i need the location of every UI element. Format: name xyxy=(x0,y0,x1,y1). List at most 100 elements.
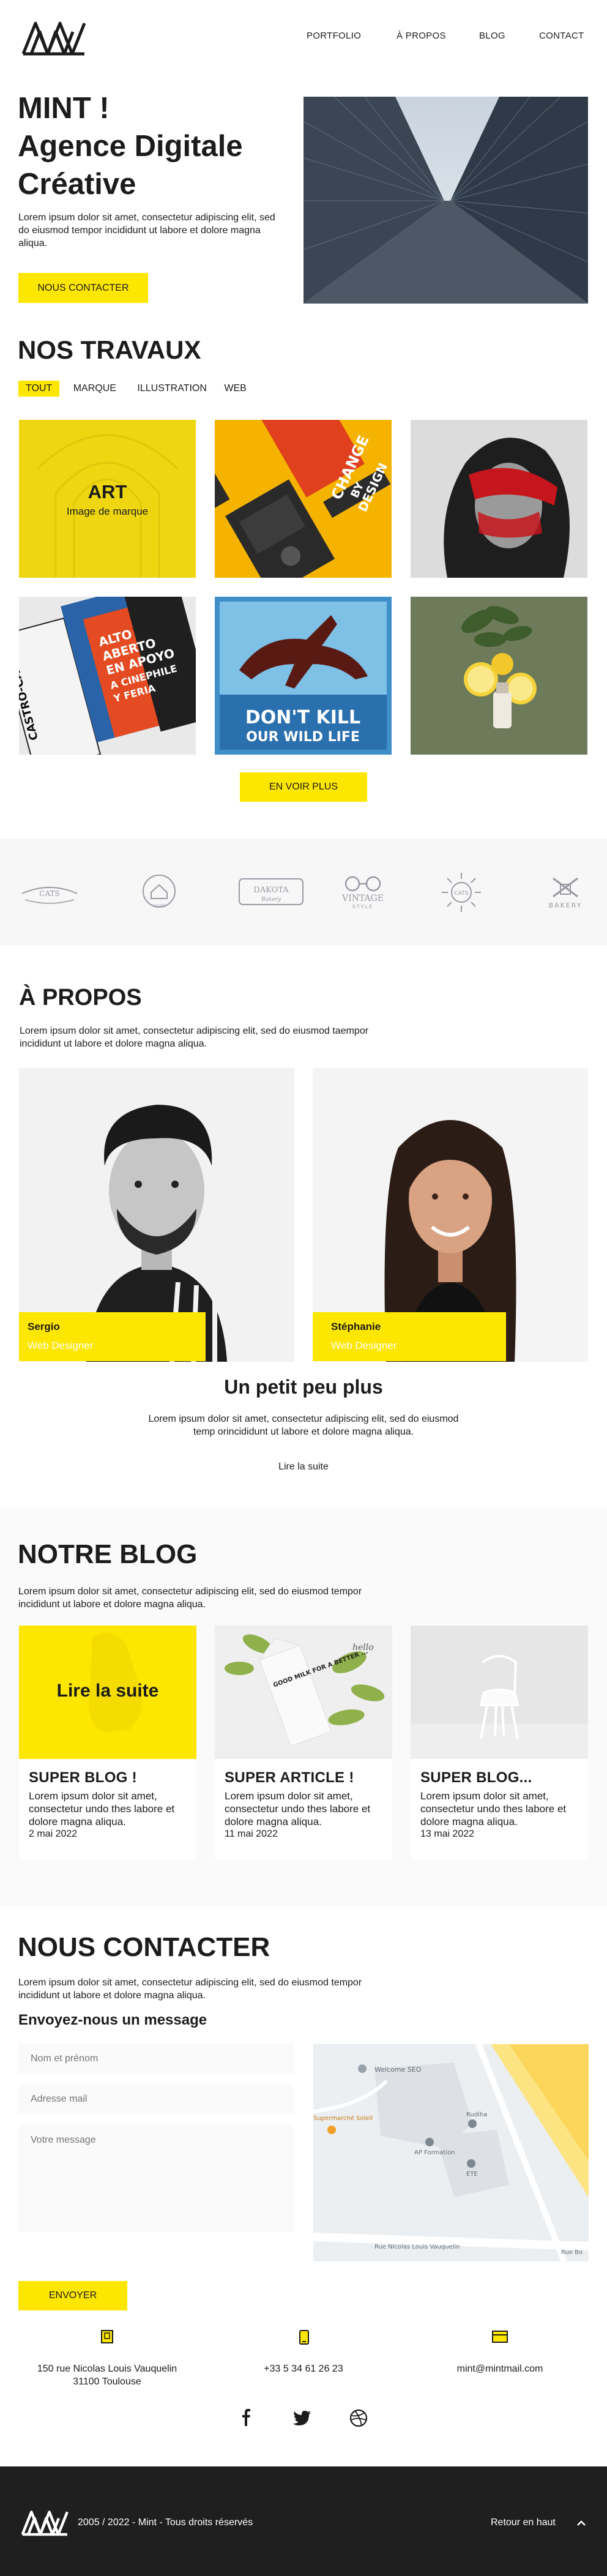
contact-map[interactable]: Welcome SEO Supermarché Soleil Rudiha AP… xyxy=(313,2044,589,2261)
team-role-sergio: Web Designer xyxy=(28,1340,94,1351)
svg-text:BAKERY: BAKERY xyxy=(549,902,583,909)
portfolio-more-button[interactable]: EN VOIR PLUS xyxy=(240,772,367,802)
blog-card-image: Lire la suite xyxy=(19,1626,196,1759)
address-line1: 150 rue Nicolas Louis Vauquelin xyxy=(37,2364,177,2374)
map-label-seo: Welcome SEO xyxy=(374,2066,422,2074)
portfolio-item-design[interactable]: CHANGE BY DESIGN xyxy=(215,420,392,578)
email-field[interactable] xyxy=(18,2085,294,2114)
nav-about[interactable]: À PROPOS xyxy=(397,31,446,41)
about-text: Lorem ipsum dolor sit amet, consectetur … xyxy=(20,1026,369,1049)
about-title: À PROPOS xyxy=(19,985,142,1010)
blog-card-title: SUPER BLOG... xyxy=(420,1769,532,1786)
chevron-up-icon[interactable] xyxy=(576,2519,586,2526)
filter-brand[interactable]: MARQUE xyxy=(66,381,124,397)
blog-card-image xyxy=(411,1626,588,1759)
carton-brand: hello xyxy=(352,1643,374,1652)
svg-text:CATS: CATS xyxy=(39,889,59,898)
hero-title: MINT ! Agence Digitale Créative xyxy=(18,89,243,203)
portfolio-overlay-subtitle: Image de marque xyxy=(66,506,149,517)
dribbble-icon[interactable] xyxy=(349,2409,368,2427)
mail-icon xyxy=(492,2331,508,2343)
team-role-stephanie: Web Designer xyxy=(331,1340,397,1351)
blog-card-text: Lorem ipsum dolor sit amet, consectetur … xyxy=(29,1790,175,1827)
partner-logo-vintage: VINTAGE STYLE xyxy=(341,876,384,909)
back-to-top-link[interactable]: Retour en haut xyxy=(491,2517,556,2528)
contact-form-title: Envoyez-nous un message xyxy=(18,2012,207,2028)
contact-title: NOUS CONTACTER xyxy=(18,1932,270,1962)
map-pin-icon xyxy=(101,2330,113,2343)
message-field[interactable] xyxy=(18,2125,294,2232)
svg-text:VINTAGE: VINTAGE xyxy=(341,894,384,903)
blog-title: NOTRE BLOG xyxy=(18,1539,198,1569)
blog-card[interactable]: SUPER BLOG... Lorem ipsum dolor sit amet… xyxy=(411,1626,588,1860)
portfolio-title: NOS TRAVAUX xyxy=(18,335,201,364)
hero-text: Lorem ipsum dolor sit amet, consectetur … xyxy=(18,212,275,248)
site-footer: 2005 / 2022 - Mint - Tous droits réservé… xyxy=(0,2466,607,2576)
map-label-ete: ETE xyxy=(466,2171,478,2178)
blog-card-overlay[interactable]: Lire la suite xyxy=(19,1681,196,1701)
contact-form xyxy=(18,2044,294,2264)
name-field[interactable] xyxy=(18,2044,294,2074)
blog-card[interactable]: GOOD MILK FOR A BETTER ... hello SUPER A… xyxy=(215,1626,392,1860)
footer-copyright: 2005 / 2022 - Mint - Tous droits réservé… xyxy=(78,2517,253,2528)
blog-card-title: SUPER ARTICLE ! xyxy=(225,1769,354,1786)
portfolio-item-books[interactable]: CASTRO-CAPITAL ALTO ABERTO EN APOYO A CI… xyxy=(19,597,196,755)
poster-wildlife-text-2: OUR WILD LIFE xyxy=(246,730,360,745)
portfolio-item-lemons[interactable] xyxy=(411,597,587,755)
contact-text: Lorem ipsum dolor sit amet, consectetur … xyxy=(18,1977,362,2001)
contact-phone[interactable]: +33 5 34 61 26 23 xyxy=(212,2362,395,2375)
hero-contact-button[interactable]: NOUS CONTACTER xyxy=(18,273,148,303)
mint-logo-icon[interactable] xyxy=(20,18,89,58)
portfolio-item-wildlife[interactable]: DON'T KILL OUR WILD LIFE xyxy=(215,597,392,755)
portfolio-item-art[interactable]: ART Image de marque xyxy=(19,420,196,578)
svg-text:HOUSE: HOUSE xyxy=(152,904,165,908)
filter-illustration[interactable]: ILLUSTRATION xyxy=(130,381,214,397)
nav-contact[interactable]: CONTACT xyxy=(539,31,584,41)
contact-email[interactable]: mint@mintmail.com xyxy=(408,2362,592,2375)
hero-title-line3: Créative xyxy=(18,168,136,201)
footer-logo-icon[interactable] xyxy=(20,2508,70,2537)
poster-wildlife-text-1: DON'T KILL xyxy=(245,707,360,728)
map-label-supermarket: Supermarché Soleil xyxy=(313,2115,373,2122)
team-name-sergio: Sergio xyxy=(28,1321,60,1332)
address-line2: 31100 Toulouse xyxy=(73,2376,141,2387)
team-card-stephanie: Stéphanie Web Designer xyxy=(313,1312,506,1361)
nav-portfolio[interactable]: PORTFOLIO xyxy=(307,31,361,41)
partners-band: CATS HOUSE DAKOTA Bakery VINTAGE STYLE C… xyxy=(0,838,607,946)
map-label-street-2: Rue Bo xyxy=(561,2249,583,2256)
partner-logo-cats-2: CATS xyxy=(442,873,481,912)
map-label-rudiha: Rudiha xyxy=(466,2111,487,2118)
about-more-text: Lorem ipsum dolor sit amet, consectetur … xyxy=(148,1414,459,1437)
site-header: PORTFOLIO À PROPOS BLOG CONTACT xyxy=(0,0,607,73)
blog-card-date: 11 mai 2022 xyxy=(225,1829,278,1839)
map-label-street: Rue Nicolas Louis Vauquelin xyxy=(374,2244,460,2250)
partner-logo-cats: CATS xyxy=(21,887,78,904)
nav-blog[interactable]: BLOG xyxy=(479,31,505,41)
svg-text:STYLE: STYLE xyxy=(352,904,373,909)
twitter-icon[interactable] xyxy=(293,2411,311,2425)
blog-card-text: Lorem ipsum dolor sit amet, consectetur … xyxy=(420,1790,567,1827)
blog-card-image: GOOD MILK FOR A BETTER ... hello xyxy=(215,1626,392,1759)
svg-text:DAKOTA: DAKOTA xyxy=(253,886,289,895)
team-name-stephanie: Stéphanie xyxy=(331,1321,381,1332)
hero-title-line2: Agence Digitale xyxy=(18,130,243,163)
partner-logo-dakota: DAKOTA Bakery xyxy=(239,878,304,905)
blog-card-date: 13 mai 2022 xyxy=(420,1829,475,1839)
blog-card[interactable]: Lire la suite SUPER BLOG ! Lorem ipsum d… xyxy=(19,1626,196,1860)
contact-address: 150 rue Nicolas Louis Vauquelin 31100 To… xyxy=(15,2362,199,2388)
blog-card-date: 2 mai 2022 xyxy=(29,1829,78,1839)
facebook-icon[interactable] xyxy=(242,2409,251,2426)
svg-text:Bakery: Bakery xyxy=(261,897,281,903)
filter-web[interactable]: WEB xyxy=(217,381,253,397)
hero-image xyxy=(304,97,588,304)
blog-card-text: Lorem ipsum dolor sit amet, consectetur … xyxy=(225,1790,371,1827)
team-card-sergio: Sergio Web Designer xyxy=(19,1312,206,1361)
filter-all[interactable]: TOUT xyxy=(18,381,60,397)
portfolio-item-portrait[interactable] xyxy=(411,420,587,578)
about-read-more-link[interactable]: Lire la suite xyxy=(0,1462,607,1473)
send-button[interactable]: ENVOYER xyxy=(18,2281,127,2310)
portfolio-overlay-title: ART xyxy=(88,481,127,502)
blog-text: Lorem ipsum dolor sit amet, consectetur … xyxy=(18,1586,362,1610)
svg-text:CATS: CATS xyxy=(455,890,469,897)
partner-logo-bakery: BAKERY xyxy=(549,877,583,909)
